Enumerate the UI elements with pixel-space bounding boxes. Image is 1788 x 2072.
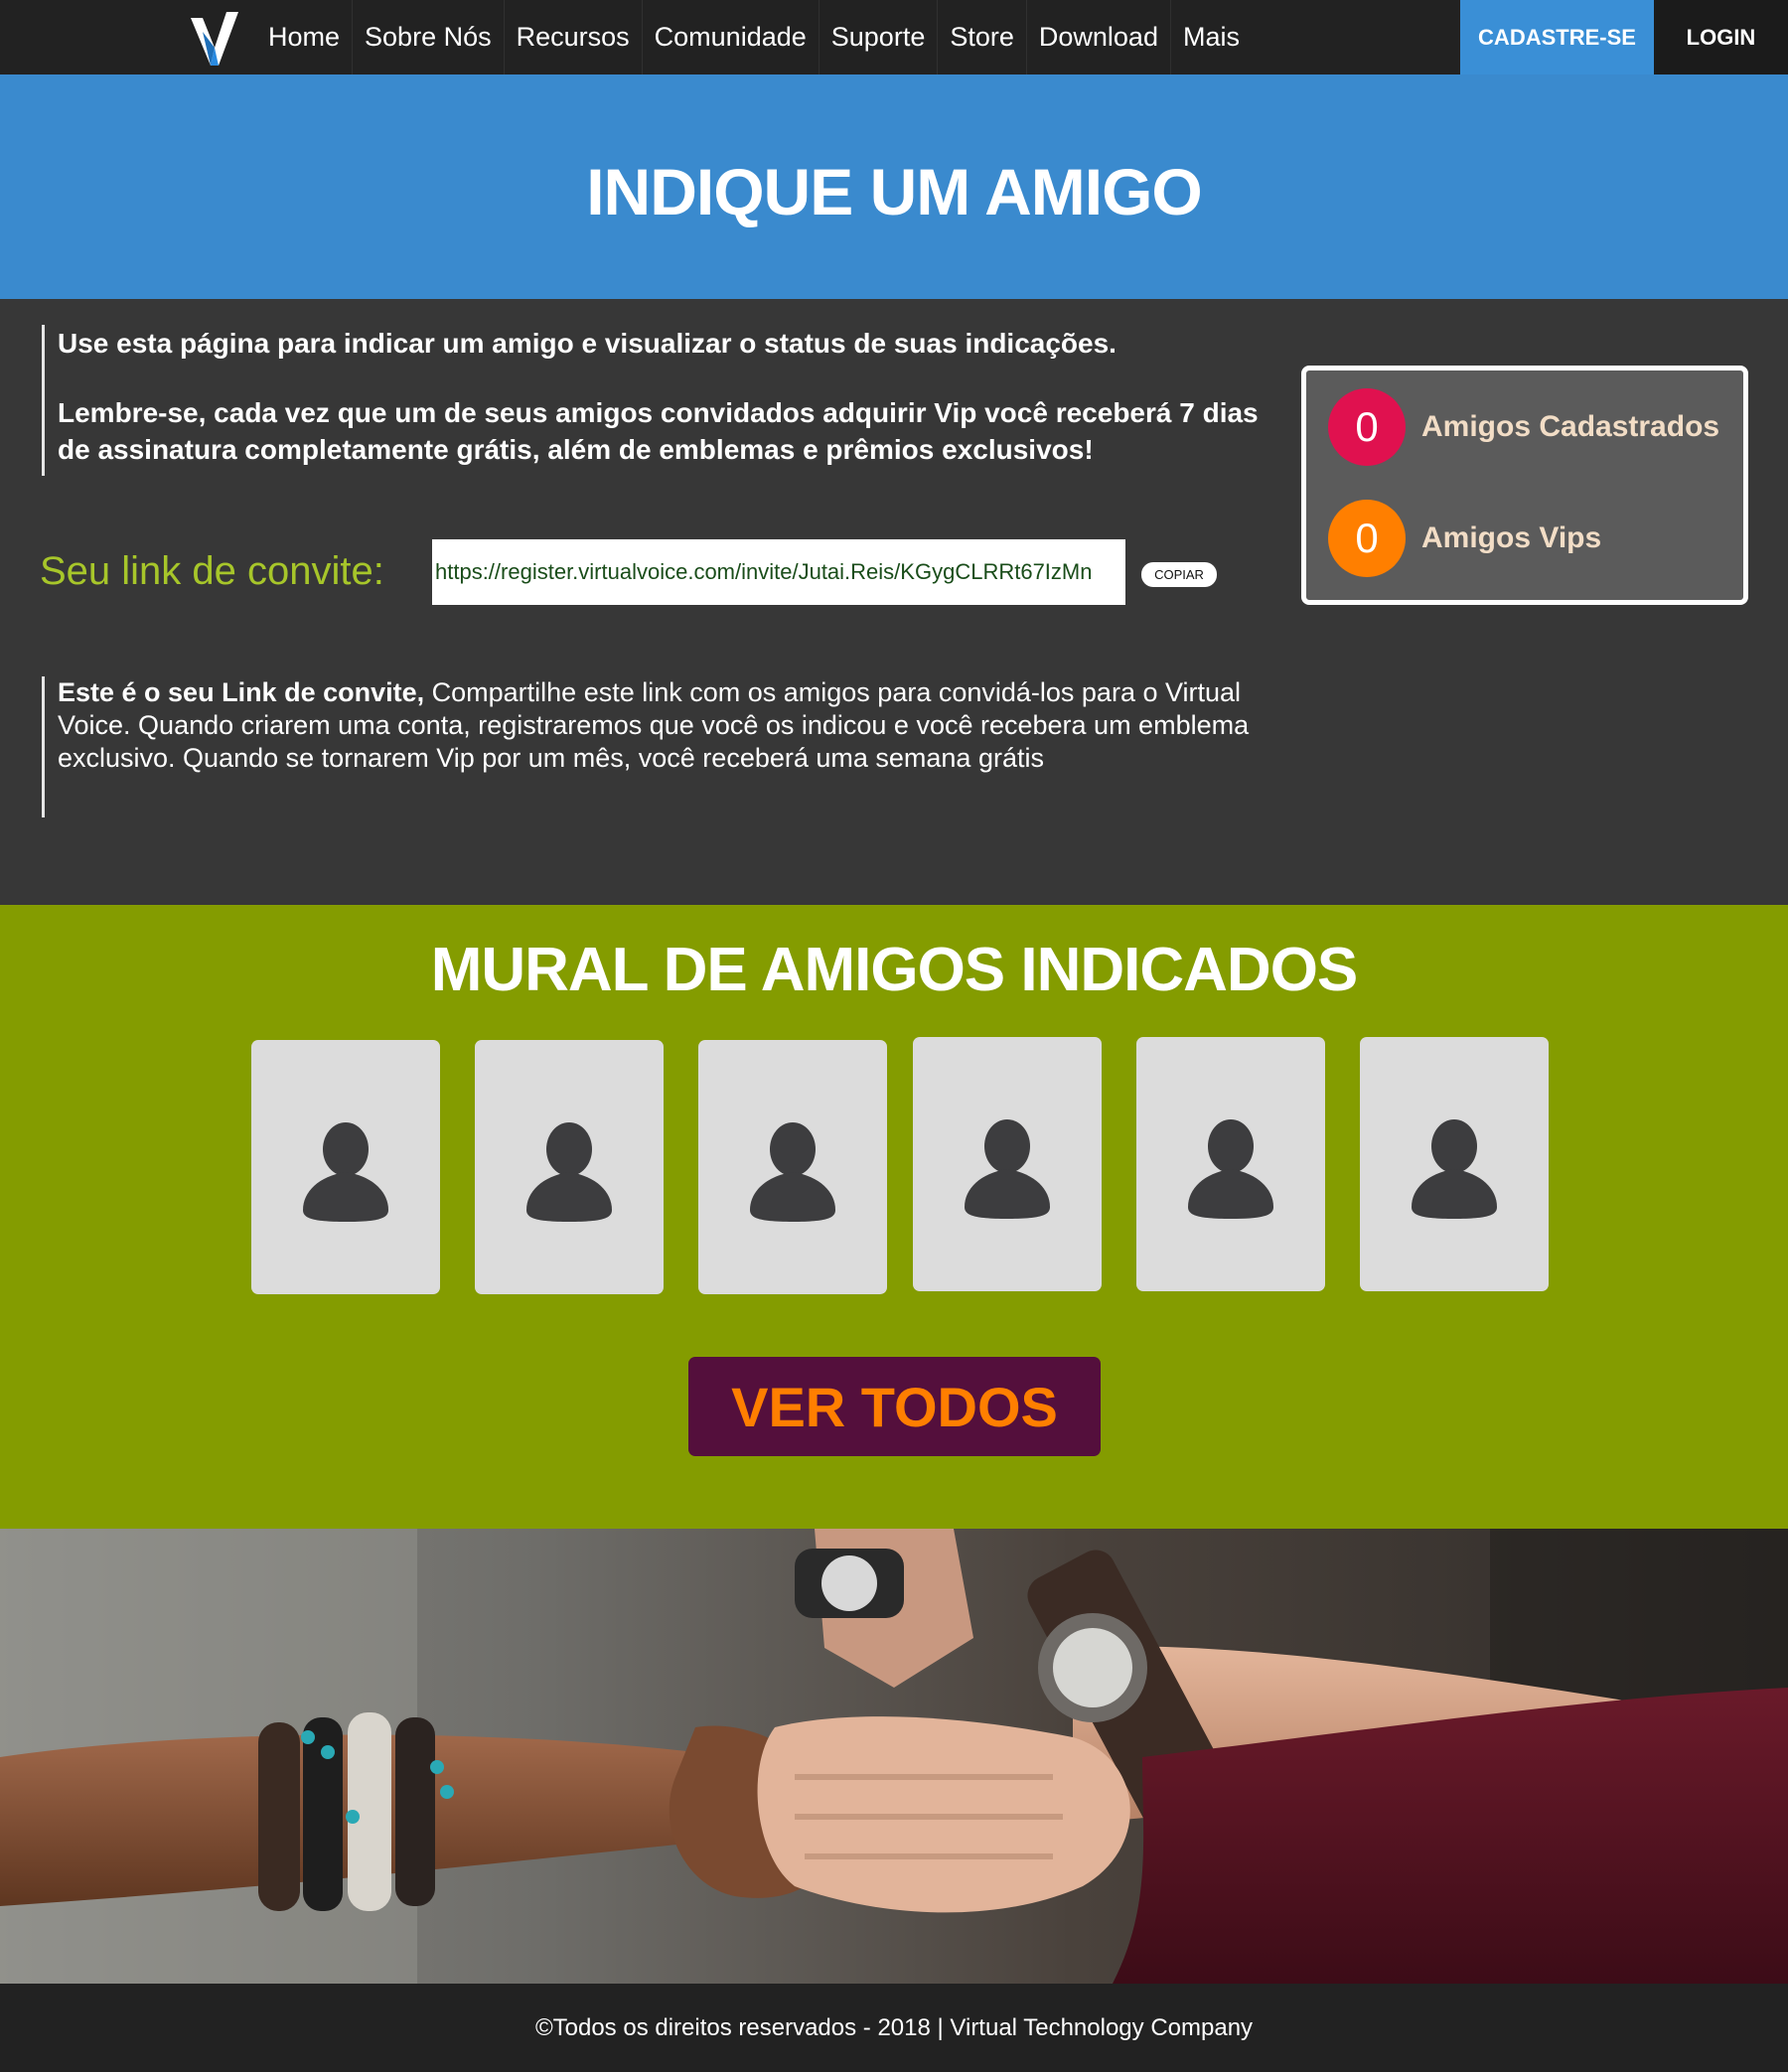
invite-note-blockquote: Este é o seu Link de convite, Compartilh… xyxy=(42,676,1283,817)
nav-home[interactable]: Home xyxy=(256,0,354,74)
fist-bump-photo xyxy=(0,1529,1788,1984)
user-silhouette-icon xyxy=(1188,1119,1273,1219)
invite-link-field[interactable]: https://register.virtualvoice.com/invite… xyxy=(432,539,1125,605)
copy-button[interactable]: COPIAR xyxy=(1141,562,1217,587)
nav-store[interactable]: Store xyxy=(938,0,1027,74)
hero-banner: INDIQUE UM AMIGO xyxy=(0,74,1788,299)
registered-count-badge: 0 xyxy=(1328,388,1406,466)
nav-suporte[interactable]: Suporte xyxy=(820,0,939,74)
vips-count-badge: 0 xyxy=(1328,500,1406,577)
nav-comunidade[interactable]: Comunidade xyxy=(643,0,820,74)
footer: ©Todos os direitos reservados - 2018 | V… xyxy=(0,1984,1788,2072)
user-silhouette-icon xyxy=(1412,1119,1497,1219)
friend-card[interactable] xyxy=(1360,1037,1549,1291)
nav-mais[interactable]: Mais xyxy=(1171,0,1252,74)
friend-card[interactable] xyxy=(1136,1037,1325,1291)
footer-copyright: ©Todos os direitos reservados - 2018 | V… xyxy=(534,2013,1254,2041)
friend-card[interactable] xyxy=(698,1040,887,1294)
intro-text-2: Lembre-se, cada vez que um de seus amigo… xyxy=(58,397,1259,465)
virtual-voice-logo-icon[interactable] xyxy=(189,8,240,68)
user-silhouette-icon xyxy=(526,1122,612,1222)
intro-text-1: Use esta página para indicar um amigo e … xyxy=(58,328,1117,359)
referral-stats-box: 0 Amigos Cadastrados 0 Amigos Vips xyxy=(1301,366,1748,605)
intro-blockquote: Use esta página para indicar um amigo e … xyxy=(42,325,1264,476)
wall-title: MURAL DE AMIGOS INDICADOS xyxy=(430,936,1359,1004)
stat-registered: 0 Amigos Cadastrados xyxy=(1328,388,1719,466)
nav-sobre-nos[interactable]: Sobre Nós xyxy=(353,0,505,74)
invite-note: Este é o seu Link de convite, Compartilh… xyxy=(58,676,1283,775)
registered-label: Amigos Cadastrados xyxy=(1421,410,1720,443)
invite-note-bold: Este é o seu Link de convite, xyxy=(58,677,425,707)
referral-info-section: Use esta página para indicar um amigo e … xyxy=(0,299,1788,905)
page-title: INDIQUE UM AMIGO xyxy=(586,155,1203,228)
fist-bump-image xyxy=(0,1529,1788,1984)
user-silhouette-icon xyxy=(750,1122,835,1222)
friend-card[interactable] xyxy=(251,1040,440,1294)
invite-link-label: Seu link de convite: xyxy=(40,549,384,593)
nav-download[interactable]: Download xyxy=(1027,0,1171,74)
view-all-button[interactable]: VER TODOS xyxy=(688,1357,1101,1456)
vips-label: Amigos Vips xyxy=(1421,521,1602,554)
nav-recursos[interactable]: Recursos xyxy=(505,0,643,74)
stat-vips: 0 Amigos Vips xyxy=(1328,500,1601,577)
top-navbar: Home Sobre Nós Recursos Comunidade Supor… xyxy=(0,0,1788,74)
signup-button[interactable]: CADASTRE-SE xyxy=(1460,0,1654,74)
user-silhouette-icon xyxy=(965,1119,1050,1219)
login-button[interactable]: LOGIN xyxy=(1654,0,1788,74)
user-silhouette-icon xyxy=(303,1122,388,1222)
friends-wall-section: MURAL DE AMIGOS INDICADOS VER TODOS xyxy=(0,905,1788,1529)
friend-card[interactable] xyxy=(475,1040,664,1294)
main-nav: Home Sobre Nós Recursos Comunidade Supor… xyxy=(256,0,1252,74)
friend-card[interactable] xyxy=(913,1037,1102,1291)
